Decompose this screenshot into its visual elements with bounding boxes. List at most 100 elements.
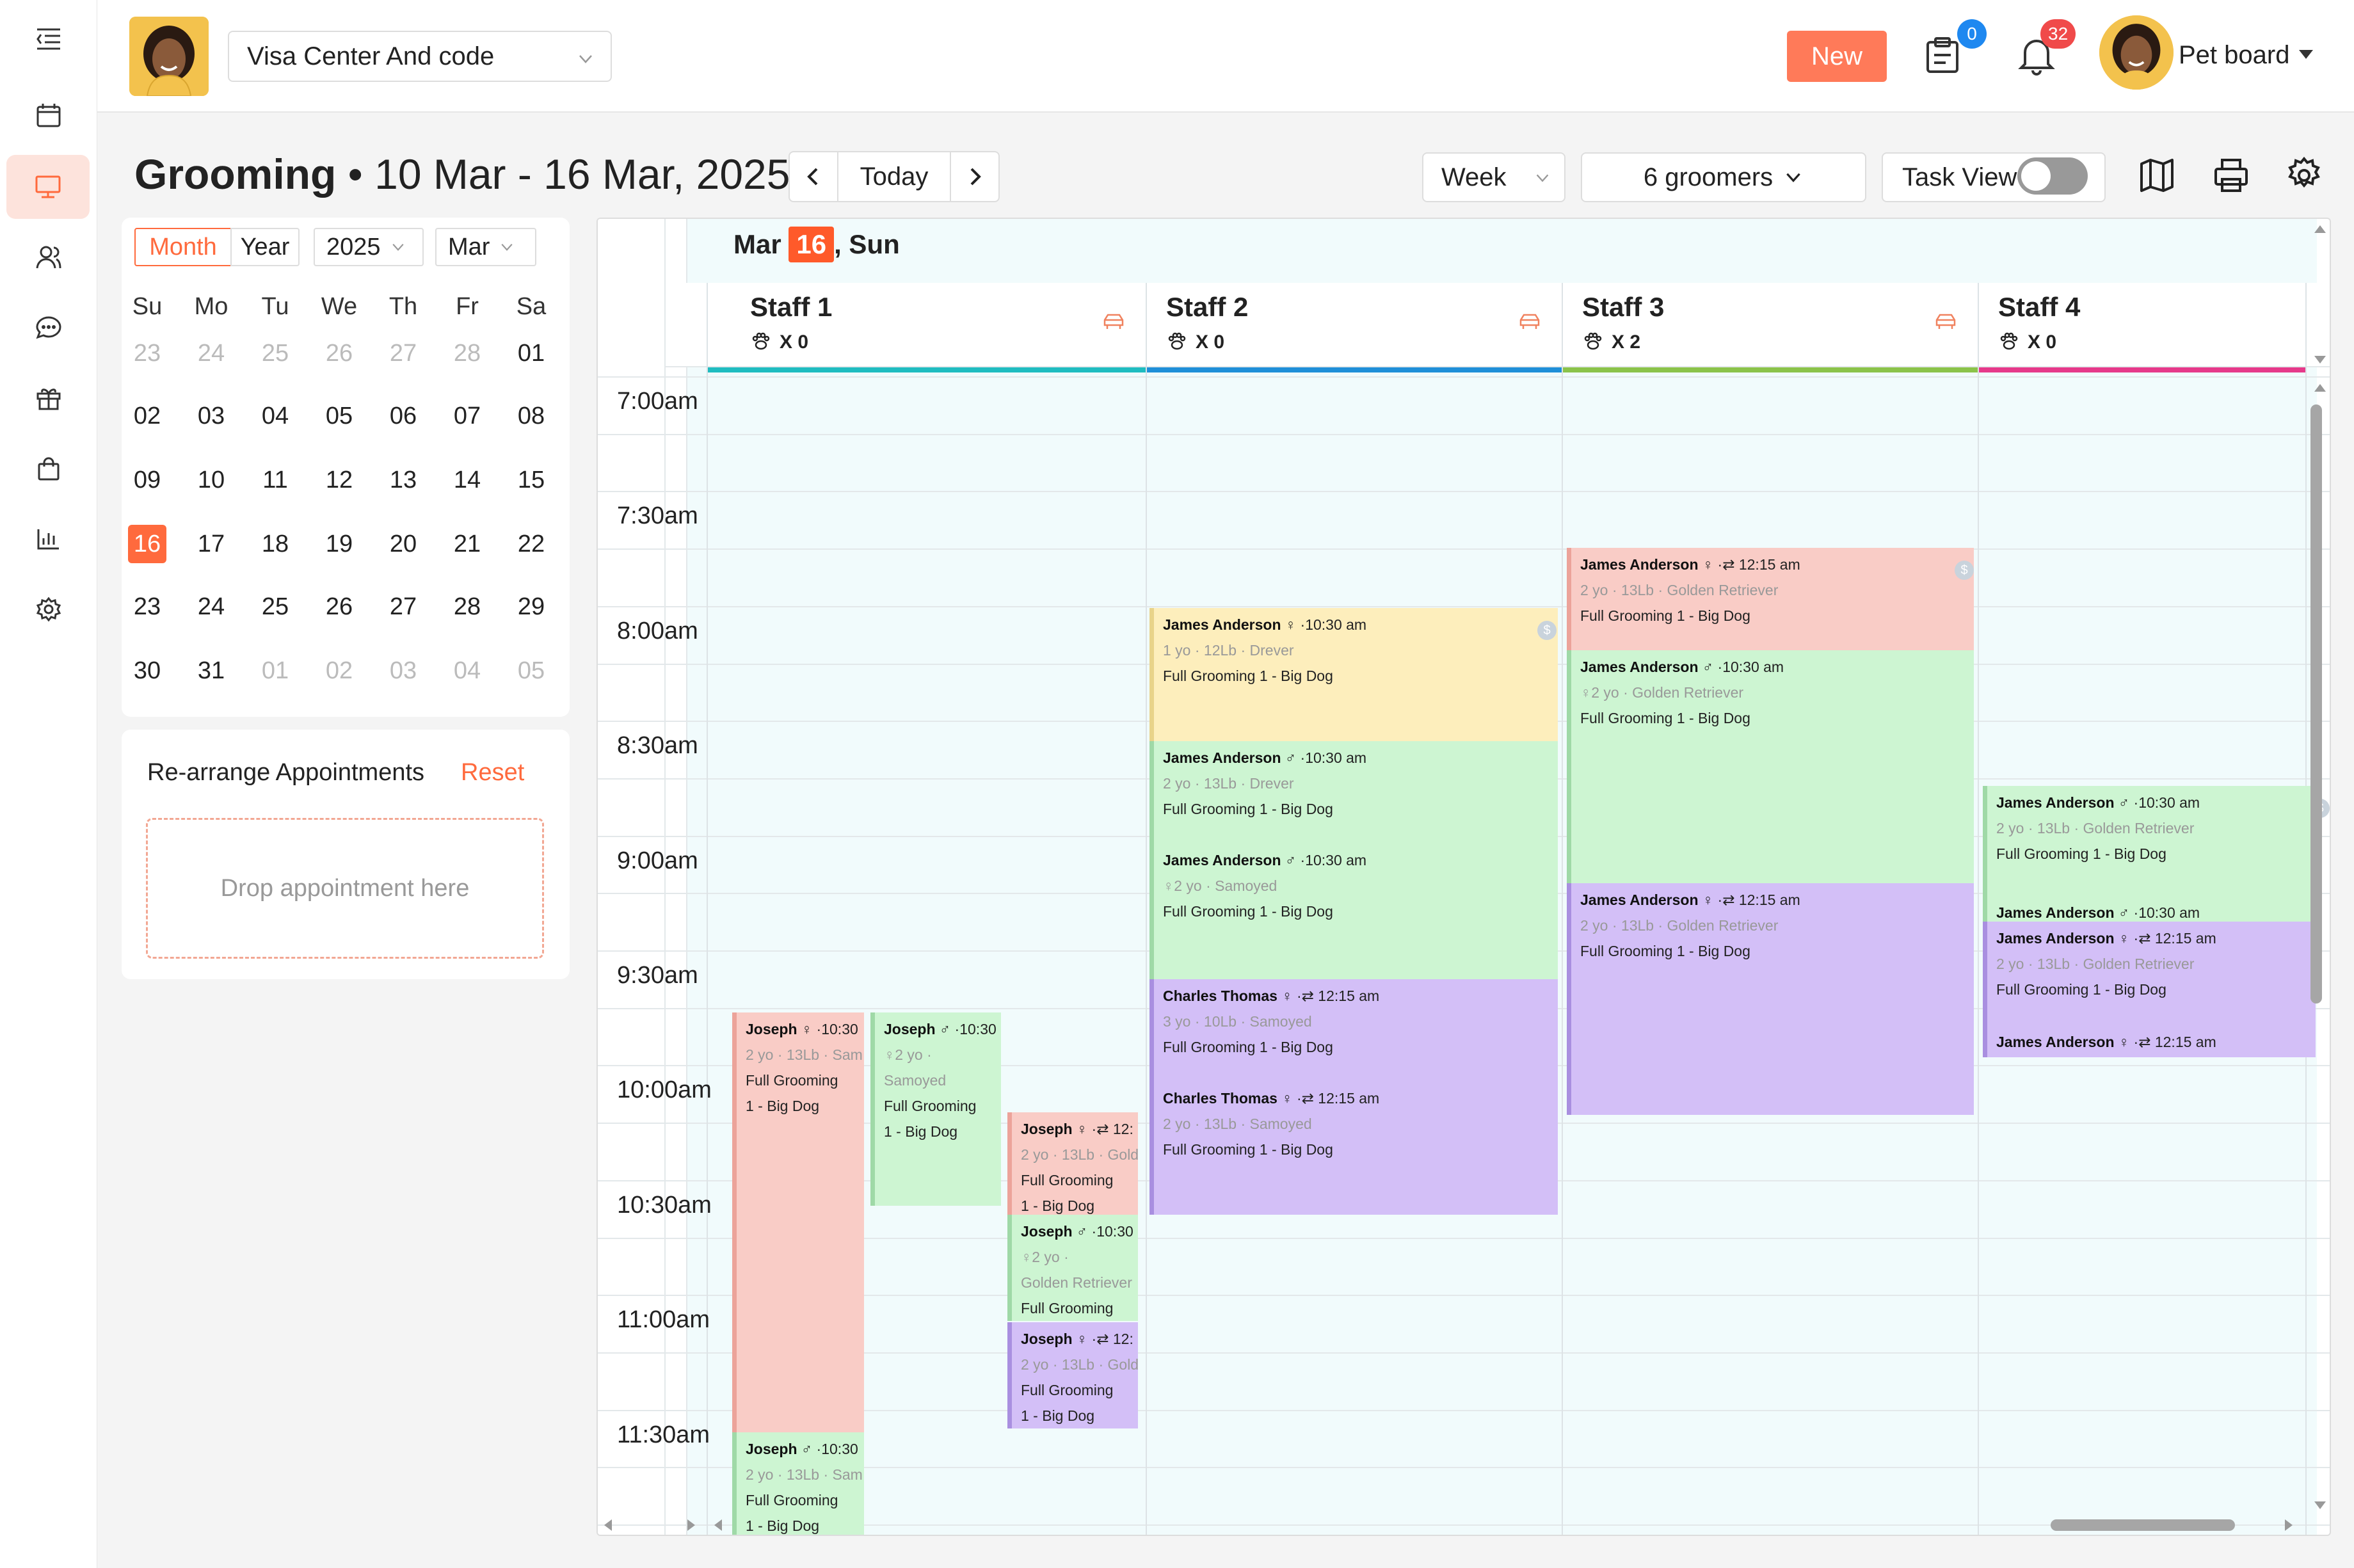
appointment-card[interactable]: James Anderson ♂ ·10:30 am ♀2 yo · Golden…: [1567, 650, 1974, 883]
vertical-scrollbar[interactable]: [2310, 404, 2322, 1004]
calendar-day[interactable]: 27: [371, 588, 435, 626]
appointment-card[interactable]: Joseph ♀ ·10:30 2 yo · 13Lb · Sam Full Gro…: [732, 1012, 864, 1435]
scroll-right-arrow-icon[interactable]: [685, 1518, 698, 1532]
car-icon[interactable]: [1101, 312, 1126, 335]
calendar-day[interactable]: 13: [371, 461, 435, 499]
appointment-card[interactable]: Joseph ♀ ·⇄ 12: 2 yo · 13Lb · Gold Full Gr…: [1007, 1322, 1138, 1428]
appointment-card[interactable]: James Anderson ♀ ·10:30 am 1 yo · 12Lb · …: [1149, 608, 1558, 741]
calendar-day[interactable]: 03: [371, 652, 435, 690]
calendar-day[interactable]: 26: [307, 588, 371, 626]
settings-icon[interactable]: [26, 586, 72, 632]
calendar-day[interactable]: 25: [243, 588, 307, 626]
appointment-card[interactable]: Charles Thomas ♀ ·⇄ 12:15 am 3 yo · 10Lb …: [1149, 979, 1558, 1082]
calendar-day[interactable]: 11: [243, 461, 307, 499]
calendar-day[interactable]: 24: [179, 588, 243, 626]
scroll-left-arrow-icon[interactable]: [602, 1518, 614, 1532]
next-week-button[interactable]: [950, 152, 998, 201]
staff-name[interactable]: Staff 2: [1166, 292, 1248, 323]
appointment-card[interactable]: James Anderson ♂ ·10:30 am: [1983, 896, 2316, 922]
menu-toggle-icon[interactable]: [26, 15, 72, 61]
calendar-day[interactable]: 28: [435, 334, 499, 372]
calendar-day[interactable]: 18: [243, 525, 307, 563]
scroll-up-arrow-icon[interactable]: [2313, 381, 2327, 394]
month-select[interactable]: Mar: [435, 228, 536, 266]
calendar-icon[interactable]: [26, 92, 72, 138]
user-avatar[interactable]: [2099, 15, 2174, 90]
calendar-day[interactable]: 10: [179, 461, 243, 499]
calendar-day[interactable]: 06: [371, 397, 435, 435]
appointment-card[interactable]: James Anderson ♀ ·⇄ 12:15 am 2 yo · 13Lb …: [1567, 548, 1974, 650]
calendar-day[interactable]: 01: [499, 334, 563, 372]
reports-icon[interactable]: [26, 516, 72, 562]
calendar-day[interactable]: 22: [499, 525, 563, 563]
calendar-day[interactable]: 20: [371, 525, 435, 563]
calendar-day[interactable]: 07: [435, 397, 499, 435]
car-icon[interactable]: [1517, 312, 1542, 335]
appointment-card[interactable]: James Anderson ♀ ·⇄ 12:15 am 2 yo · 13Lb …: [1983, 922, 2316, 1027]
task-view-toggle[interactable]: [2017, 157, 2088, 195]
calendar-day[interactable]: 15: [499, 461, 563, 499]
calendar-day[interactable]: 01: [243, 652, 307, 690]
appointment-card[interactable]: Charles Thomas ♀ ·⇄ 12:15 am 2 yo · 13Lb …: [1149, 1082, 1558, 1215]
tab-year[interactable]: Year: [230, 228, 300, 266]
year-select[interactable]: 2025: [314, 228, 424, 266]
calendar-day[interactable]: 09: [115, 461, 179, 499]
new-button[interactable]: New: [1787, 31, 1887, 82]
calendar-day[interactable]: 24: [179, 334, 243, 372]
appointment-card[interactable]: Joseph ♂ ·10:30 2 yo · 13Lb · Sam Full Gro…: [732, 1432, 864, 1535]
prev-week-button[interactable]: [790, 152, 838, 201]
customers-icon[interactable]: [26, 234, 72, 280]
horizontal-scrollbar[interactable]: [2051, 1519, 2235, 1531]
appointment-card[interactable]: James Anderson ♀ ·⇄ 12:15 am: [1983, 1025, 2316, 1057]
caret-down-icon[interactable]: [2296, 47, 2316, 66]
scroll-left-arrow-icon[interactable]: [712, 1518, 725, 1532]
reset-button[interactable]: Reset: [461, 759, 524, 787]
settings-gear-icon[interactable]: [2285, 156, 2323, 198]
calendar-day[interactable]: 04: [435, 652, 499, 690]
tab-month[interactable]: Month: [134, 228, 232, 266]
calendar-day[interactable]: 04: [243, 397, 307, 435]
appointment-card[interactable]: Joseph ♂ ·10:30 ♀2 yo · Golden Retriever Fu…: [1007, 1215, 1138, 1321]
scroll-down-arrow-icon[interactable]: [2313, 1499, 2327, 1512]
calendar-day[interactable]: 30: [115, 652, 179, 690]
appointment-card[interactable]: James Anderson ♂ ·10:30 am ♀2 yo · Samoye…: [1149, 844, 1558, 979]
calendar-day[interactable]: 23: [115, 334, 179, 372]
staff-name[interactable]: Staff 1: [750, 292, 832, 323]
appointment-card[interactable]: Joseph ♀ ·⇄ 12: 2 yo · 13Lb · Gold Full Gr…: [1007, 1112, 1138, 1216]
staff-name[interactable]: Staff 3: [1582, 292, 1664, 323]
calendar-day[interactable]: 29: [499, 588, 563, 626]
calendar-day[interactable]: 16: [115, 525, 179, 563]
calendar-day[interactable]: 17: [179, 525, 243, 563]
calendar-day[interactable]: 23: [115, 588, 179, 626]
chat-icon[interactable]: [26, 305, 72, 351]
scroll-down-arrow-icon[interactable]: [2313, 353, 2327, 366]
calendar-day[interactable]: 02: [115, 397, 179, 435]
monitor-icon[interactable]: [6, 155, 90, 219]
calendar-day[interactable]: 03: [179, 397, 243, 435]
appointment-card[interactable]: James Anderson ♀ ·⇄ 12:15 am 2 yo · 13Lb …: [1567, 883, 1974, 1115]
calendar-day[interactable]: 21: [435, 525, 499, 563]
gift-icon[interactable]: [26, 375, 72, 421]
drop-zone[interactable]: Drop appointment here: [146, 818, 544, 959]
calendar-day[interactable]: 19: [307, 525, 371, 563]
calendar-day[interactable]: 05: [499, 652, 563, 690]
appointment-card[interactable]: Joseph ♂ ·10:30 ♀2 yo · Samoyed Full Groomi…: [870, 1012, 1001, 1206]
today-button[interactable]: Today: [838, 163, 950, 191]
car-icon[interactable]: [1933, 312, 1958, 335]
calendar-day[interactable]: 02: [307, 652, 371, 690]
calendar-day[interactable]: 28: [435, 588, 499, 626]
user-name[interactable]: Pet board: [2179, 41, 2289, 70]
calendar-day[interactable]: 05: [307, 397, 371, 435]
business-avatar[interactable]: [129, 17, 209, 96]
groomers-select[interactable]: 6 groomers: [1581, 152, 1866, 202]
calendar-day[interactable]: 08: [499, 397, 563, 435]
location-select[interactable]: Visa Center And code: [228, 31, 612, 82]
calendar-day[interactable]: 25: [243, 334, 307, 372]
calendar-day[interactable]: 12: [307, 461, 371, 499]
print-icon[interactable]: [2212, 156, 2250, 198]
calendar-day[interactable]: 14: [435, 461, 499, 499]
view-select[interactable]: Week: [1422, 152, 1565, 202]
calendar-day[interactable]: 31: [179, 652, 243, 690]
calendar-day[interactable]: 27: [371, 334, 435, 372]
appointment-card[interactable]: James Anderson ♂ ·10:30 am 2 yo · 13Lb · …: [1149, 741, 1558, 846]
